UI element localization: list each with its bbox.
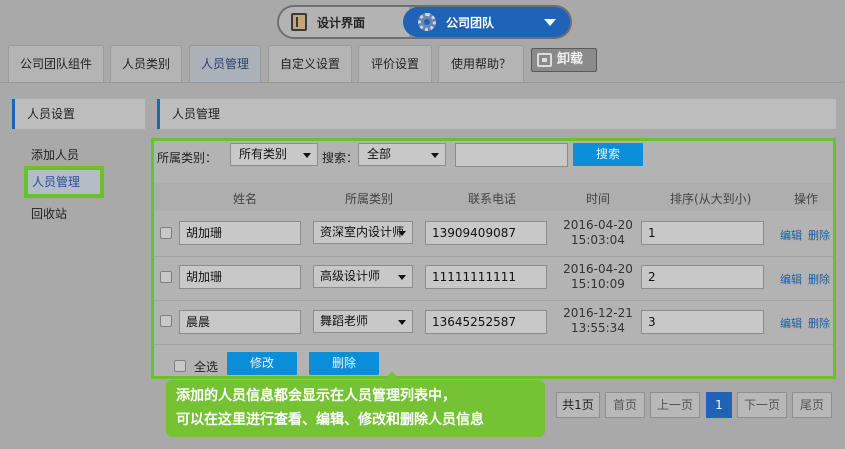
tab-team-component[interactable]: 公司团队组件 — [8, 45, 104, 82]
next-page-button[interactable]: 下一页 — [737, 392, 787, 418]
category-value: 高级设计师 — [320, 269, 381, 283]
modify-button[interactable]: 修改 — [227, 352, 297, 375]
row-checkbox[interactable] — [160, 315, 172, 327]
column-header-category: 所属类别 — [345, 192, 394, 206]
category-select[interactable]: 舞蹈老师 — [313, 310, 413, 333]
row-divider — [154, 344, 833, 345]
search-input[interactable] — [455, 143, 568, 167]
last-page-button[interactable]: 尾页 — [792, 392, 832, 418]
design-view-button[interactable]: 设计界面 — [279, 7, 409, 37]
uninstall-label: 卸载 — [557, 52, 584, 67]
created-date: 2016-04-20 — [563, 262, 633, 276]
row-divider — [154, 300, 833, 301]
select-all-label: 全选 — [194, 360, 219, 374]
sidebar-item-staff-management[interactable]: 人员管理 — [24, 166, 104, 198]
created-time: 15:03:04 — [571, 233, 625, 247]
tab-staff-management[interactable]: 人员管理 — [189, 45, 261, 83]
order-field[interactable]: 2 — [641, 265, 764, 289]
row-checkbox[interactable] — [160, 271, 172, 283]
search-scope-label: 搜索： — [322, 151, 359, 165]
sidebar-item-recycle-bin[interactable]: 回收站 — [31, 205, 67, 222]
created-time: 13:55:34 — [571, 321, 625, 335]
page-total: 共1页 — [556, 392, 600, 418]
chevron-down-icon — [398, 275, 406, 280]
row-divider — [154, 256, 833, 257]
tab-help[interactable]: 使用帮助？ — [438, 45, 524, 82]
select-all-checkbox[interactable] — [174, 360, 186, 372]
phone-field[interactable]: 11111111111 — [425, 265, 547, 289]
tab-custom-settings[interactable]: 自定义设置 — [268, 45, 352, 82]
design-view-label: 设计界面 — [317, 16, 366, 30]
tab-staff-category[interactable]: 人员类别 — [110, 45, 182, 82]
name-field[interactable]: 胡加珊 — [179, 221, 301, 245]
uninstall-button[interactable]: 卸载 — [531, 48, 597, 72]
row-checkbox[interactable] — [160, 227, 172, 239]
created-date: 2016-04-20 — [563, 218, 633, 232]
delete-link[interactable]: 删除 — [808, 315, 830, 331]
delete-link[interactable]: 删除 — [808, 271, 830, 287]
callout-line-2: 可以在这里进行查看、编辑、修改和删除人员信息 — [176, 412, 484, 428]
gear-icon — [418, 13, 436, 31]
sidebar-title: 人员设置 — [12, 99, 145, 129]
chevron-down-icon — [544, 19, 556, 26]
created-time: 15:10:09 — [571, 277, 625, 291]
edit-link[interactable]: 编辑 — [780, 271, 802, 287]
uninstall-icon — [537, 53, 552, 67]
sidebar-item-add-staff[interactable]: 添加人员 — [31, 146, 79, 163]
edit-link[interactable]: 编辑 — [780, 315, 802, 331]
chevron-down-icon — [398, 320, 406, 325]
callout-line-1: 添加的人员信息都会显示在人员管理列表中， — [176, 388, 456, 404]
first-page-button[interactable]: 首页 — [605, 392, 645, 418]
category-select[interactable]: 资深室内设计师 — [313, 221, 413, 244]
chevron-down-icon — [431, 153, 439, 158]
category-filter-select[interactable]: 所有类别 — [230, 143, 318, 166]
page-title: 人员管理 — [157, 99, 836, 129]
category-select[interactable]: 高级设计师 — [313, 265, 413, 288]
created-date: 2016-12-21 — [563, 306, 633, 320]
tab-review-settings[interactable]: 评价设置 — [358, 45, 432, 82]
search-button[interactable]: 搜索 — [573, 143, 643, 166]
prev-page-button[interactable]: 上一页 — [650, 392, 700, 418]
staff-list-panel — [151, 138, 836, 379]
tooltip-callout: 添加的人员信息都会显示在人员管理列表中， 可以在这里进行查看、编辑、修改和删除人… — [166, 371, 545, 437]
order-field[interactable]: 1 — [641, 221, 764, 245]
chevron-down-icon — [303, 153, 311, 158]
column-header-phone: 联系电话 — [468, 192, 517, 206]
company-team-dropdown[interactable]: 公司团队 — [403, 7, 570, 37]
chevron-down-icon — [398, 231, 406, 236]
column-header-actions: 操作 — [794, 192, 819, 206]
name-field[interactable]: 晨晨 — [179, 310, 301, 334]
edit-link[interactable]: 编辑 — [780, 227, 802, 243]
search-scope-value: 全部 — [367, 147, 392, 161]
order-field[interactable]: 3 — [641, 310, 764, 334]
column-header-name: 姓名 — [233, 192, 258, 206]
phone-field[interactable]: 13909409087 — [425, 221, 547, 245]
batch-delete-button[interactable]: 删除 — [309, 352, 379, 375]
phone-field[interactable]: 13645252587 — [425, 310, 547, 334]
column-header-time: 时间 — [586, 192, 611, 206]
search-scope-select[interactable]: 全部 — [358, 143, 446, 166]
name-field[interactable]: 胡加珊 — [179, 265, 301, 289]
door-icon — [291, 13, 307, 31]
category-value: 舞蹈老师 — [320, 314, 369, 328]
category-value: 资深室内设计师 — [320, 225, 405, 239]
category-filter-value: 所有类别 — [239, 147, 288, 161]
company-team-label: 公司团队 — [446, 16, 495, 30]
delete-link[interactable]: 删除 — [808, 227, 830, 243]
category-filter-label: 所属类别： — [157, 151, 218, 165]
tab-divider — [0, 82, 845, 83]
current-page-button[interactable]: 1 — [706, 392, 732, 418]
column-header-order: 排序(从大到小) — [670, 192, 752, 206]
